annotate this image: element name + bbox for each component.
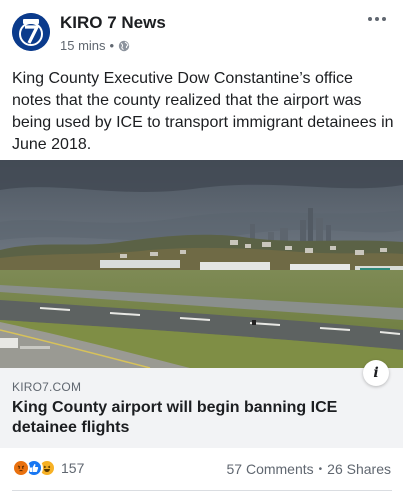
kiro7-logo-icon [12, 13, 50, 51]
link-domain: KIRO7.COM [12, 380, 82, 394]
post-header: KIRO 7 News 15 mins • [0, 0, 403, 62]
more-options-icon[interactable] [365, 10, 389, 28]
post-text: King County Executive Dow Constantine’s … [12, 70, 394, 153]
shares-count[interactable]: 26 Shares [327, 461, 391, 477]
page-name[interactable]: KIRO 7 News [60, 13, 166, 33]
link-preview-image[interactable] [0, 160, 403, 368]
post-stats: 157 57 Comments • 26 Shares [0, 448, 403, 482]
divider [12, 490, 392, 491]
reactions-summary[interactable]: 157 [12, 459, 84, 477]
post-meta: 15 mins • [60, 38, 130, 53]
angry-reaction-icon [12, 459, 30, 477]
reaction-count: 157 [61, 460, 85, 476]
page-avatar[interactable] [12, 13, 50, 51]
engagement-counts: 57 Comments • 26 Shares [227, 461, 392, 477]
post-time[interactable]: 15 mins [60, 38, 106, 53]
globe-icon [118, 40, 130, 51]
counts-separator: • [318, 463, 323, 475]
comments-count[interactable]: 57 Comments [227, 461, 314, 477]
meta-separator: • [109, 38, 115, 53]
info-icon[interactable]: i [363, 360, 389, 386]
link-title[interactable]: King County airport will begin banning I… [12, 398, 352, 438]
airport-runway-photo [0, 160, 403, 368]
link-preview-footer[interactable]: i KIRO7.COM King County airport will beg… [0, 360, 403, 448]
